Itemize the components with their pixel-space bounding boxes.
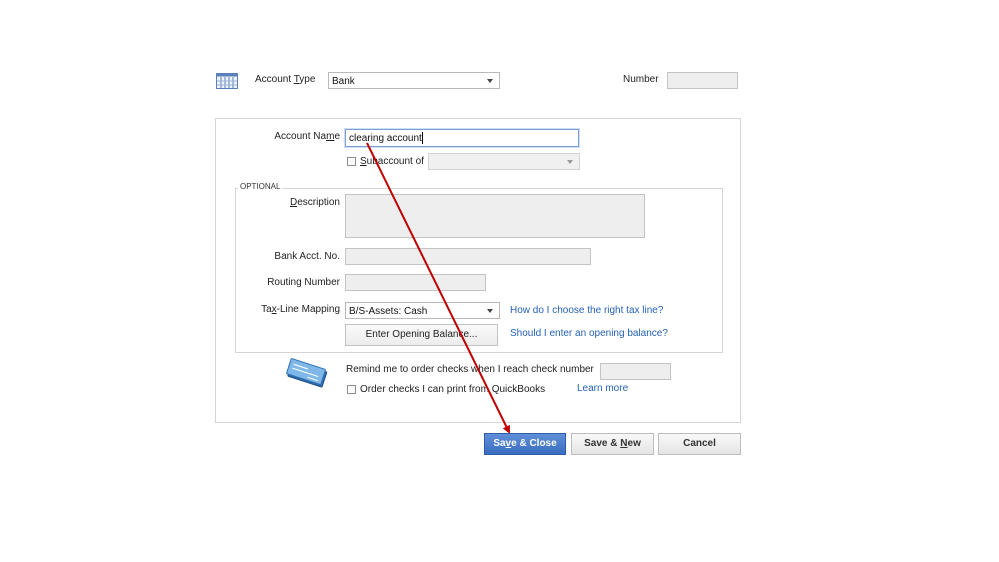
annotation-arrow [366, 142, 510, 434]
